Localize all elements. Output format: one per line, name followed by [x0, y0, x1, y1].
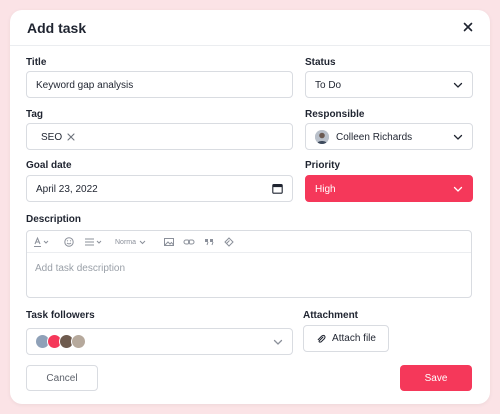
- title-value: Keyword gap analysis: [36, 80, 134, 91]
- responsible-label: Responsible: [305, 109, 365, 120]
- goal-date-value: April 23, 2022: [36, 184, 98, 195]
- tag-input[interactable]: SEO: [26, 123, 293, 150]
- followers-label: Task followers: [26, 310, 95, 321]
- clear-format-button[interactable]: [223, 236, 235, 248]
- chevron-down-icon: [453, 185, 463, 193]
- title-label: Title: [26, 57, 47, 68]
- description-editor[interactable]: Norma Add task description: [26, 230, 472, 298]
- title-input[interactable]: Keyword gap analysis: [26, 71, 293, 98]
- status-value: To Do: [315, 80, 342, 91]
- close-icon: [463, 22, 473, 32]
- editor-toolbar: Norma: [27, 231, 471, 253]
- followers-select[interactable]: [26, 328, 293, 355]
- responsible-select[interactable]: Colleen Richards: [305, 123, 473, 150]
- status-select[interactable]: To Do: [305, 71, 473, 98]
- modal-header: Add task: [10, 10, 490, 46]
- list-button[interactable]: [84, 236, 104, 248]
- link-button[interactable]: [183, 236, 195, 248]
- priority-select[interactable]: High: [305, 175, 473, 202]
- emoji-icon: [64, 237, 74, 247]
- follower-avatar: [71, 334, 86, 349]
- attach-file-button[interactable]: Attach file: [303, 325, 389, 352]
- text-color-icon: [34, 236, 49, 247]
- text-style-value: Norma: [115, 238, 137, 246]
- tag-label: Tag: [26, 109, 44, 120]
- text-style-select[interactable]: Norma: [115, 236, 146, 248]
- priority-value: High: [315, 184, 336, 195]
- responsible-value: Colleen Richards: [336, 132, 413, 143]
- save-button[interactable]: Save: [400, 365, 472, 391]
- avatar: [315, 130, 329, 144]
- image-button[interactable]: [163, 236, 175, 248]
- description-placeholder: Add task description: [35, 263, 126, 274]
- paperclip-icon: [317, 334, 326, 343]
- attach-file-label: Attach file: [332, 333, 376, 344]
- close-button[interactable]: [460, 19, 476, 35]
- status-label: Status: [305, 57, 336, 68]
- add-task-modal: Add task Title Keyword gap analysis Stat…: [10, 10, 490, 404]
- image-icon: [164, 238, 174, 246]
- calendar-icon[interactable]: [272, 183, 283, 194]
- attachment-label: Attachment: [303, 310, 359, 321]
- chevron-down-icon: [273, 338, 283, 346]
- description-label: Description: [26, 214, 82, 225]
- chevron-down-icon: [453, 133, 463, 141]
- tag-chip: SEO: [35, 129, 81, 145]
- cancel-button[interactable]: Cancel: [26, 365, 98, 391]
- goal-date-input[interactable]: April 23, 2022: [26, 175, 293, 202]
- list-icon: [85, 238, 102, 246]
- emoji-button[interactable]: [63, 236, 75, 248]
- modal-title: Add task: [27, 20, 87, 36]
- text-color-button[interactable]: [33, 236, 51, 248]
- goal-date-label: Goal date: [26, 160, 72, 171]
- quote-button[interactable]: [203, 236, 215, 248]
- eraser-icon: [224, 237, 234, 247]
- link-icon: [183, 239, 195, 245]
- tag-chip-label: SEO: [41, 131, 63, 143]
- priority-label: Priority: [305, 160, 341, 171]
- remove-tag-button[interactable]: [67, 133, 75, 141]
- chevron-down-icon: [139, 240, 146, 245]
- quote-icon: [205, 239, 214, 246]
- chevron-down-icon: [453, 81, 463, 89]
